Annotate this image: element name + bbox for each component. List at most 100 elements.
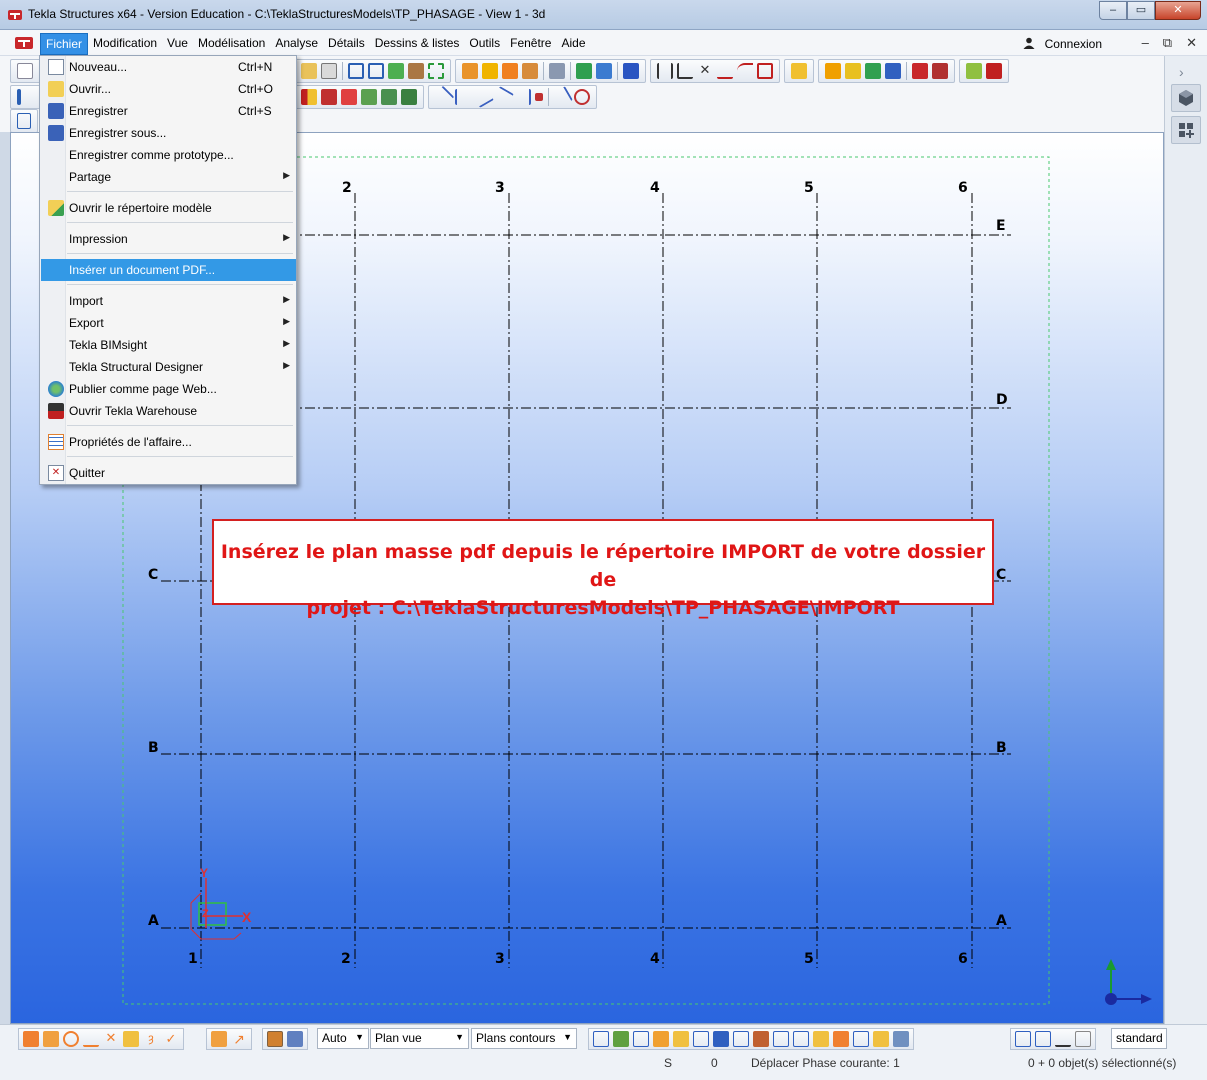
window-icon[interactable] — [348, 63, 364, 79]
footing-3-icon[interactable] — [401, 89, 417, 105]
column-icon[interactable] — [17, 89, 21, 105]
select-points-icon[interactable]: ✓ — [163, 1031, 179, 1047]
snap-intersect-icon[interactable] — [492, 86, 514, 108]
plane-icon[interactable] — [1035, 1031, 1051, 1047]
menu-item-enregistrer-prototype[interactable]: Enregistrer comme prototype... — [41, 144, 296, 166]
snap-mid-bt-icon[interactable] — [733, 1031, 749, 1047]
move-object-icon[interactable] — [845, 63, 861, 79]
menu-fenetre[interactable]: Fenêtre — [505, 33, 556, 55]
select-bolts-icon[interactable] — [63, 1031, 79, 1047]
snap-center-bt-icon[interactable] — [713, 1031, 729, 1047]
snap-edges-icon[interactable] — [673, 1031, 689, 1047]
snap-3d-icon[interactable] — [267, 1031, 283, 1047]
folder-icon[interactable] — [966, 63, 982, 79]
menu-dessins-listes[interactable]: Dessins & listes — [370, 33, 465, 55]
snap-nearest-bt-icon[interactable] — [633, 1031, 649, 1047]
component-icon[interactable] — [462, 63, 478, 79]
select-all-icon[interactable] — [23, 1031, 39, 1047]
menu-item-enregistrer[interactable]: Enregistrer Ctrl+S — [41, 100, 296, 122]
window-2-icon[interactable] — [368, 63, 384, 79]
weld-icon[interactable] — [549, 63, 565, 79]
select-icon[interactable] — [428, 63, 444, 79]
snap-geometry-icon[interactable] — [613, 1031, 629, 1047]
menu-item-nouveau[interactable]: Nouveau... Ctrl+N — [41, 56, 296, 78]
menu-analyse[interactable]: Analyse — [270, 33, 323, 55]
snap-tangent-icon[interactable] — [893, 1031, 909, 1047]
snap-mid-icon[interactable] — [472, 86, 494, 108]
rebar-2-icon[interactable] — [596, 63, 612, 79]
menu-item-impression[interactable]: Impression ▶ — [41, 228, 296, 250]
footing-2-icon[interactable] — [381, 89, 397, 105]
menu-aide[interactable]: Aide — [556, 33, 590, 55]
empty-icon[interactable] — [1075, 1031, 1091, 1047]
menu-item-ouvrir-repertoire[interactable]: Ouvrir le répertoire modèle — [41, 197, 296, 219]
box-icon[interactable] — [757, 63, 773, 79]
arrow-icon[interactable]: ↗ — [231, 1031, 247, 1047]
snap-perp-icon[interactable] — [515, 89, 531, 105]
slab-icon[interactable] — [341, 89, 357, 105]
menu-item-enregistrer-sous[interactable]: Enregistrer sous... — [41, 122, 296, 144]
work-plane-icon[interactable] — [1015, 1031, 1031, 1047]
snap-arc-icon[interactable] — [873, 1031, 889, 1047]
snap-perp-bt-icon[interactable] — [793, 1031, 809, 1047]
auto-select[interactable]: Auto ▼ — [317, 1028, 369, 1049]
snap-end-icon[interactable] — [455, 89, 471, 105]
snap-ortho-icon[interactable] — [853, 1031, 869, 1047]
menu-item-proprietes-affaire[interactable]: Propriétés de l'affaire... — [41, 431, 296, 453]
views-icon[interactable] — [17, 113, 31, 129]
plan-vue-select[interactable]: Plan vue ▼ — [370, 1028, 469, 1049]
catalog-icon[interactable] — [912, 63, 928, 79]
menu-outils[interactable]: Outils — [464, 33, 505, 55]
paste-icon[interactable] — [321, 63, 337, 79]
snap-line-icon[interactable] — [431, 85, 455, 109]
pick-icon[interactable] — [791, 63, 807, 79]
side-3d-button[interactable] — [1171, 84, 1201, 112]
snap-end-bt-icon[interactable] — [753, 1031, 769, 1047]
menu-item-import[interactable]: Import ▶ — [41, 290, 296, 312]
grid-line-icon[interactable] — [677, 63, 693, 79]
menu-fichier[interactable]: Fichier — [40, 33, 89, 55]
menu-item-publier-web[interactable]: Publier comme page Web... — [41, 378, 296, 400]
model-icon[interactable] — [1055, 1031, 1071, 1047]
snap-plane-icon[interactable] — [287, 1031, 303, 1047]
grid-icon[interactable] — [657, 63, 673, 79]
cut-icon[interactable] — [388, 63, 404, 79]
select-components-icon[interactable] — [123, 1031, 139, 1047]
scissors-icon[interactable] — [408, 63, 424, 79]
side-components-button[interactable] — [1171, 116, 1201, 144]
menu-item-structural-designer[interactable]: Tekla Structural Designer ▶ — [41, 356, 296, 378]
numbering-icon[interactable] — [865, 63, 881, 79]
angle-icon[interactable] — [717, 63, 733, 79]
rebar-icon[interactable] — [576, 63, 592, 79]
snap-free-icon[interactable] — [833, 1031, 849, 1047]
shield-icon[interactable] — [986, 63, 1002, 79]
footing-icon[interactable] — [361, 89, 377, 105]
cross-icon[interactable]: ✕ — [697, 63, 713, 79]
plans-contours-select[interactable]: Plans contours ▼ — [471, 1028, 577, 1049]
menu-item-quitter[interactable]: ✕ Quitter — [41, 462, 296, 484]
menu-modelisation[interactable]: Modélisation — [193, 33, 270, 55]
warehouse-tb-icon[interactable] — [932, 63, 948, 79]
copy-icon[interactable] — [301, 63, 317, 79]
menu-details[interactable]: Détails — [323, 33, 370, 55]
mdi-close-button[interactable]: ✕ — [1186, 35, 1197, 51]
select-parts-icon[interactable] — [43, 1031, 59, 1047]
snap-any-icon[interactable] — [693, 1031, 709, 1047]
arc-icon[interactable] — [737, 63, 753, 79]
standard-field[interactable]: standard — [1111, 1028, 1167, 1049]
phase-icon[interactable] — [623, 63, 639, 79]
concrete-beam-icon[interactable] — [321, 89, 337, 105]
chevron-right-icon[interactable]: › — [1179, 64, 1184, 80]
snap-center-icon[interactable] — [574, 89, 590, 105]
menu-item-partage[interactable]: Partage ▶ — [41, 166, 296, 188]
snap-lines-icon[interactable] — [653, 1031, 669, 1047]
connexion-button[interactable]: Connexion — [1045, 37, 1102, 51]
tekla-menu-logo-icon[interactable] — [14, 35, 34, 51]
menu-item-inserer-pdf[interactable]: Insérer un document PDF... — [41, 259, 296, 281]
snap-ref-icon[interactable] — [593, 1031, 609, 1047]
new-icon[interactable] — [17, 63, 33, 79]
snap-nearest-icon[interactable] — [551, 86, 573, 108]
snap-point-icon[interactable] — [535, 93, 543, 101]
snap-intersect-bt-icon[interactable] — [773, 1031, 789, 1047]
menu-item-bimsight[interactable]: Tekla BIMsight ▶ — [41, 334, 296, 356]
